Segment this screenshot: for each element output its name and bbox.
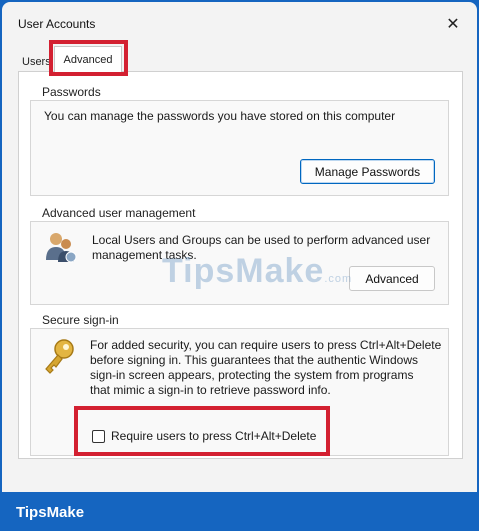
secure-signin-description-line3: sign-in screen appears, protecting the s… <box>90 368 414 382</box>
secure-signin-description-line1: For added security, you can require user… <box>90 338 442 352</box>
tab-advanced[interactable]: Advanced <box>54 46 122 72</box>
require-ctrl-alt-delete-row[interactable]: Require users to press Ctrl+Alt+Delete <box>92 428 316 444</box>
title-bar[interactable]: User Accounts ✕ <box>2 2 477 42</box>
footer-brand: TipsMake <box>16 504 85 521</box>
secure-signin-description-line4: that mimic a sign-in to retrieve passwor… <box>90 383 331 397</box>
window-title: User Accounts <box>18 17 96 31</box>
key-icon <box>45 339 74 374</box>
passwords-description: You can manage the passwords you have st… <box>44 109 396 123</box>
require-ctrl-alt-delete-checkbox[interactable] <box>92 429 105 443</box>
require-ctrl-alt-delete-label[interactable]: Require users to press Ctrl+Alt+Delete <box>111 429 316 443</box>
advanced-user-management-heading: Advanced user management <box>40 206 198 220</box>
advanced-user-description-line1: Local Users and Groups can be used to pe… <box>92 233 431 247</box>
watermark: TipsMake.com <box>162 252 353 290</box>
secure-signin-description-line2: before signing in. This guarantees that … <box>90 353 418 367</box>
users-group-icon <box>46 233 77 263</box>
secure-signin-heading: Secure sign-in <box>40 313 121 327</box>
passwords-heading: Passwords <box>40 85 103 99</box>
close-icon[interactable]: ✕ <box>441 12 465 36</box>
user-accounts-dialog: User Accounts ✕ Users Advanced Passwords… <box>2 2 477 492</box>
advanced-button[interactable]: Advanced <box>349 266 435 291</box>
manage-passwords-button[interactable]: Manage Passwords <box>300 159 435 184</box>
